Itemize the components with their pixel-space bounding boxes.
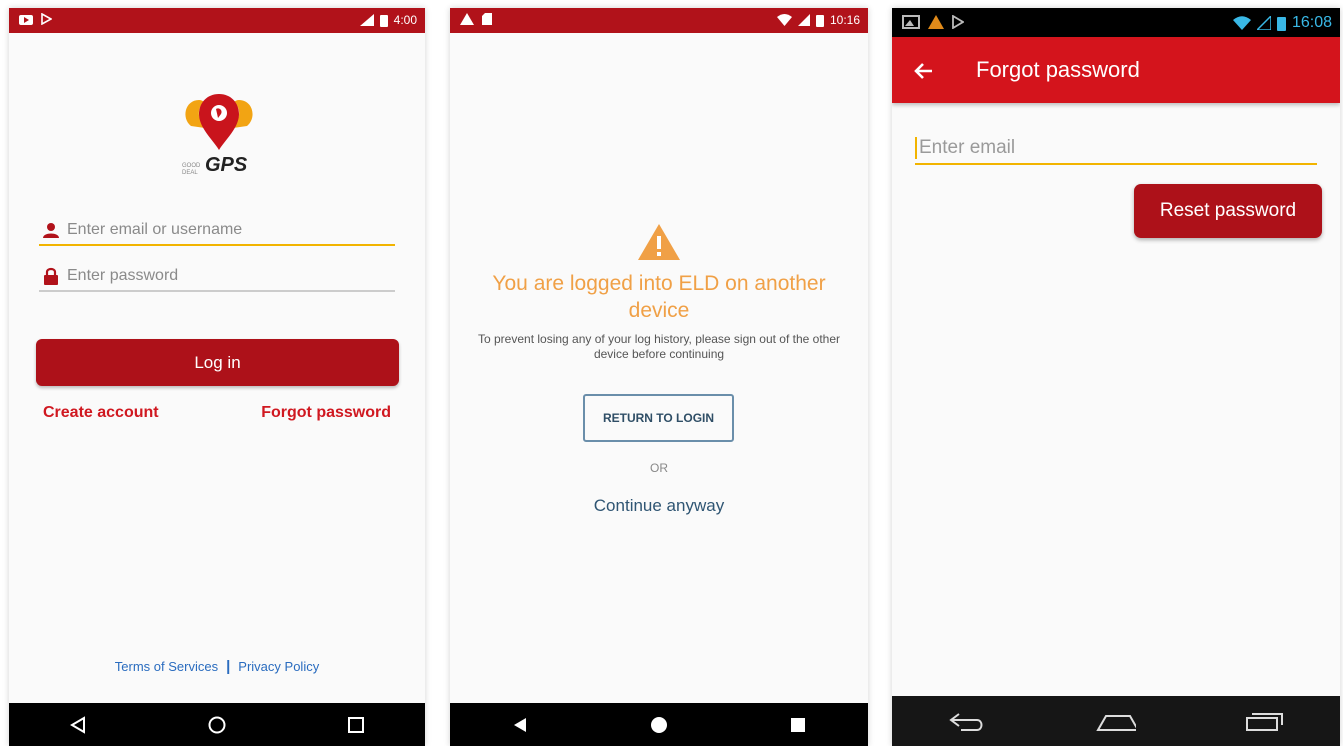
back-nav-button[interactable]	[58, 710, 98, 740]
signal-icon	[797, 14, 810, 26]
gallery-icon	[902, 15, 920, 29]
recents-icon	[347, 716, 364, 733]
logo-small-text: GOOD DEAL	[182, 163, 201, 176]
wifi-icon	[776, 14, 792, 26]
back-nav-button[interactable]	[500, 710, 540, 740]
warning-message: To prevent losing any of your log histor…	[478, 332, 840, 361]
home-nav-button[interactable]	[639, 710, 679, 740]
signal-icon	[359, 14, 374, 26]
page-title: Forgot password	[976, 57, 1140, 82]
battery-icon	[815, 14, 824, 27]
play-store-icon	[41, 13, 52, 25]
logo-wordmark: GOOD DEAL GPS	[182, 154, 247, 177]
battery-icon	[379, 14, 388, 27]
recents-nav-button[interactable]	[778, 710, 818, 740]
password-input[interactable]	[67, 267, 387, 285]
privacy-link[interactable]: Privacy Policy	[238, 659, 319, 674]
create-account-link[interactable]: Create account	[43, 404, 159, 422]
login-screen: 4:00 GOOD DEAL GPS Log in Create account…	[9, 8, 425, 746]
username-field[interactable]	[39, 216, 395, 246]
home-icon	[1096, 715, 1136, 731]
play-store-icon	[952, 15, 964, 29]
status-time: 16:08	[1291, 14, 1332, 31]
back-nav-button[interactable]	[947, 706, 987, 736]
footer-separator: |	[226, 658, 231, 675]
status-bar: 10:16	[450, 8, 868, 33]
home-nav-button[interactable]	[1096, 706, 1136, 736]
battery-icon	[1276, 16, 1286, 31]
warning-status-icon	[460, 13, 474, 25]
back-icon	[948, 713, 983, 731]
continue-anyway-link[interactable]: Continue anyway	[450, 496, 868, 516]
footer-links: Terms of Services | Privacy Policy	[9, 658, 425, 675]
email-field[interactable]	[915, 133, 1317, 165]
password-field[interactable]	[39, 262, 395, 292]
sd-card-icon	[482, 13, 492, 25]
back-arrow-icon[interactable]	[910, 57, 938, 85]
wifi-icon	[1232, 16, 1251, 30]
signal-icon	[1256, 16, 1271, 30]
status-time: 10:16	[829, 13, 860, 27]
recents-nav-button[interactable]	[1245, 706, 1285, 736]
login-button[interactable]: Log in	[36, 339, 399, 386]
navigation-bar	[9, 703, 425, 746]
eld-warning-screen: 10:16 You are logged into ELD on another…	[450, 8, 868, 746]
or-divider: OR	[650, 461, 668, 475]
back-icon	[70, 715, 86, 734]
logo-text: GPS	[205, 154, 248, 176]
recents-icon	[1246, 713, 1284, 731]
forgot-password-link[interactable]: Forgot password	[261, 404, 391, 422]
home-icon	[650, 716, 667, 733]
home-icon	[208, 716, 226, 733]
status-time: 4:00	[393, 13, 417, 27]
reset-password-button[interactable]: Reset password	[1134, 184, 1322, 238]
forgot-password-screen: 16:08 Forgot password Reset password	[892, 8, 1340, 746]
back-icon	[513, 717, 526, 732]
warning-status-icon	[928, 15, 944, 29]
home-nav-button[interactable]	[197, 710, 237, 740]
warning-title: You are logged into ELD on another devic…	[492, 272, 826, 322]
navigation-bar	[450, 703, 868, 746]
return-to-login-button[interactable]: RETURN TO LOGIN	[583, 394, 734, 442]
app-toolbar: Forgot password	[892, 37, 1340, 103]
recents-icon	[791, 717, 806, 732]
recents-nav-button[interactable]	[336, 710, 376, 740]
email-input[interactable]	[915, 137, 1317, 159]
lock-icon	[44, 267, 58, 285]
person-icon	[43, 223, 59, 238]
username-input[interactable]	[67, 221, 387, 239]
navigation-bar	[892, 696, 1340, 746]
status-bar: 16:08	[892, 8, 1340, 37]
youtube-icon	[19, 14, 33, 25]
status-bar: 4:00	[9, 8, 425, 33]
warning-icon	[638, 224, 680, 260]
terms-link[interactable]: Terms of Services	[115, 659, 218, 674]
